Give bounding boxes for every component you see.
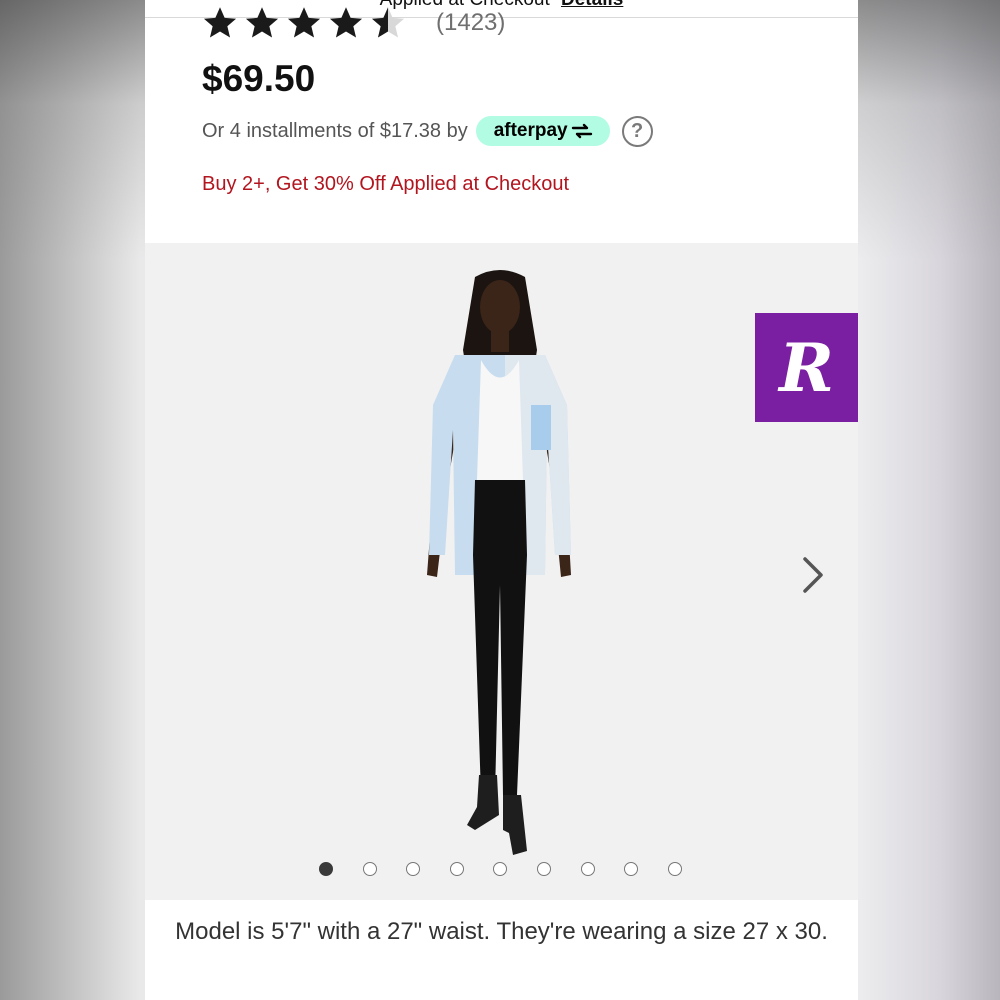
carousel-dot[interactable] — [362, 862, 377, 876]
afterpay-label: afterpay — [493, 120, 568, 141]
installments-row: Or 4 installments of $17.38 by afterpay … — [202, 114, 653, 148]
product-image-gallery[interactable] — [145, 243, 858, 900]
carousel-dot[interactable] — [580, 862, 595, 876]
carousel-dot[interactable] — [406, 862, 421, 876]
star-icon — [245, 7, 279, 38]
rating-row[interactable]: (1423) — [202, 4, 505, 42]
afterpay-arrows-icon — [571, 123, 592, 139]
details-link[interactable]: Details — [561, 0, 623, 10]
carousel-dot[interactable] — [667, 862, 682, 876]
afterpay-logo[interactable]: afterpay — [475, 116, 610, 146]
chevron-right-icon[interactable] — [797, 553, 827, 597]
r-badge-letter: R — [779, 328, 834, 407]
star-icon — [329, 7, 363, 38]
r-app-badge[interactable]: R — [755, 313, 858, 422]
carousel-dot[interactable] — [449, 862, 464, 876]
review-count[interactable]: (1423) — [436, 9, 505, 37]
promo-message: Buy 2+, Get 30% Off Applied at Checkout — [202, 173, 570, 195]
half-star-icon — [371, 7, 405, 38]
carousel-dots — [319, 862, 711, 876]
product-price: $69.50 — [202, 58, 316, 99]
carousel-dot[interactable] — [319, 862, 333, 876]
product-page: Applied at Checkout Details (1423) $69.5… — [145, 0, 858, 1000]
model-photo — [427, 270, 571, 855]
carousel-dot[interactable] — [536, 862, 551, 876]
help-icon[interactable]: ? — [621, 115, 653, 147]
star-icon — [287, 7, 321, 38]
installments-text: Or 4 installments of $17.38 by — [202, 119, 468, 142]
star-icon — [203, 7, 237, 38]
carousel-dot[interactable] — [624, 862, 639, 876]
carousel-dot[interactable] — [493, 862, 508, 876]
model-size-caption: Model is 5'7" with a 27" waist. They're … — [175, 918, 828, 945]
